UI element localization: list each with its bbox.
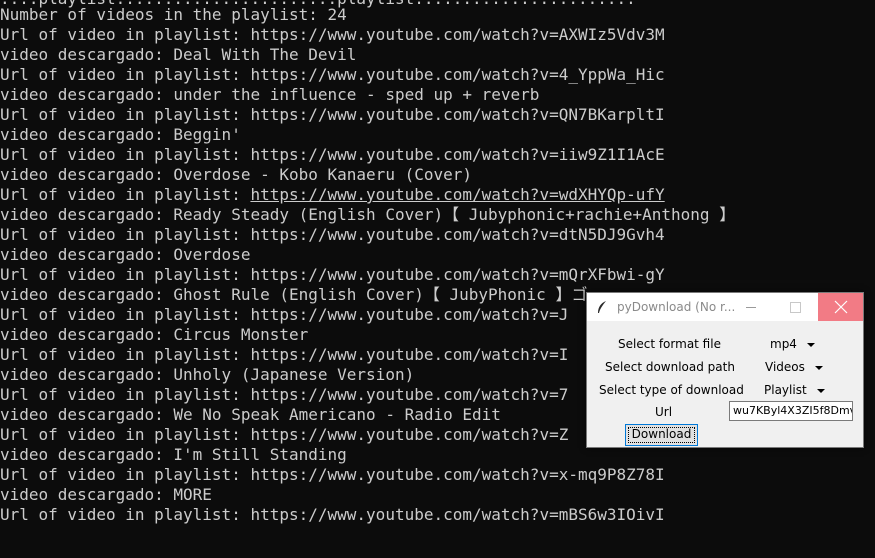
- terminal-line: Url of video in playlist: https://www.yo…: [0, 425, 569, 444]
- terminal-line: Url of video in playlist: https://www.yo…: [0, 465, 665, 484]
- type-select-value: Playlist: [764, 383, 807, 397]
- url-label: Url: [655, 405, 673, 419]
- terminal-line: Url of video in playlist: https://www.yo…: [0, 65, 665, 84]
- format-select-value: mp4: [770, 337, 797, 351]
- terminal-line: Url of video in playlist: https://www.yo…: [0, 185, 665, 204]
- terminal-line: Url of video in playlist: https://www.yo…: [0, 265, 665, 284]
- terminal-line: video descargado: Ghost Rule (English Co…: [0, 285, 588, 304]
- chevron-down-icon: [806, 342, 815, 347]
- download-button[interactable]: Download: [625, 424, 698, 446]
- type-label: Select type of download: [599, 383, 744, 397]
- url-input[interactable]: wu7KByl4X3ZI5f8Dmv: [729, 401, 853, 421]
- terminal-line: video descargado: I'm Still Standing: [0, 445, 347, 464]
- terminal-line: video descargado: Ready Steady (English …: [0, 205, 736, 224]
- terminal-line: video descargado: Unholy (Japanese Versi…: [0, 365, 415, 384]
- terminal-window: ....playlist.......................playl…: [0, 0, 875, 558]
- terminal-line: Url of video in playlist: https://www.yo…: [0, 505, 665, 524]
- terminal-line: Url of video in playlist: https://www.yo…: [0, 105, 665, 124]
- terminal-line: video descargado: Deal With The Devil: [0, 45, 357, 64]
- path-select[interactable]: Videos: [765, 360, 823, 374]
- terminal-line: video descargado: Beggin': [0, 125, 241, 144]
- terminal-line: Url of video in playlist: https://www.yo…: [0, 145, 665, 164]
- terminal-line: Number of videos in the playlist: 24: [0, 5, 347, 24]
- path-select-value: Videos: [765, 360, 805, 374]
- title-bar[interactable]: pyDownload (No r...: [587, 293, 863, 321]
- minimize-button[interactable]: [729, 293, 773, 321]
- terminal-line: video descargado: Overdose - Kobo Kanaer…: [0, 165, 473, 184]
- feather-icon: [598, 301, 606, 313]
- maximize-button[interactable]: [773, 293, 817, 321]
- format-select[interactable]: mp4: [770, 337, 815, 351]
- terminal-line: Url of video in playlist: https://www.yo…: [0, 345, 569, 364]
- terminal-line: Url of video in playlist: https://www.yo…: [0, 25, 665, 44]
- chevron-down-icon: [814, 365, 823, 370]
- format-label: Select format file: [618, 337, 721, 351]
- close-icon: [834, 300, 848, 314]
- terminal-line: Url of video in playlist: https://www.yo…: [0, 385, 569, 404]
- terminal-line: video descargado: We No Speak Americano …: [0, 405, 501, 424]
- terminal-line: Url of video in playlist: https://www.yo…: [0, 305, 569, 324]
- window-title: pyDownload (No r...: [617, 300, 736, 314]
- pydownload-window: pyDownload (No r... Select format file m…: [586, 292, 864, 448]
- terminal-line: video descargado: MORE: [0, 485, 212, 504]
- close-button[interactable]: [818, 293, 863, 321]
- url-link[interactable]: https://www.youtube.com/watch?v=wdXHYQp-…: [250, 185, 664, 204]
- terminal-line: video descargado: under the influence - …: [0, 85, 540, 104]
- terminal-line: video descargado: Circus Monster: [0, 325, 309, 344]
- type-select[interactable]: Playlist: [764, 383, 825, 397]
- chevron-down-icon: [816, 388, 825, 393]
- terminal-line: video descargado: Overdose: [0, 245, 251, 264]
- terminal-line: Url of video in playlist: https://www.yo…: [0, 225, 665, 244]
- path-label: Select download path: [605, 360, 735, 374]
